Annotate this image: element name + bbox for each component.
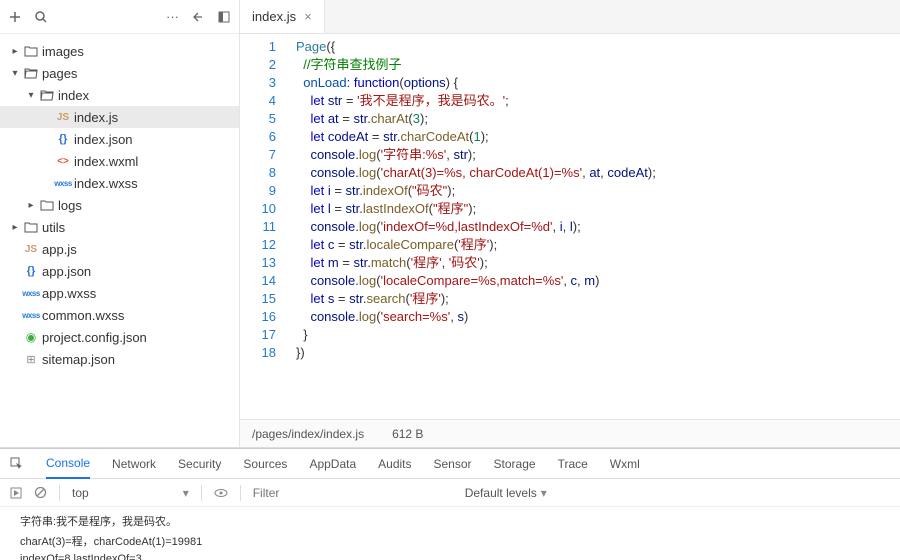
file-app.json[interactable]: {}app.json: [0, 260, 239, 282]
file-tree: ▸images▾pages▾indexJSindex.js{}index.jso…: [0, 34, 239, 376]
file-path: /pages/index/index.js: [252, 427, 364, 441]
file-index.wxss[interactable]: wxssindex.wxss: [0, 172, 239, 194]
devtools-tab-appdata[interactable]: AppData: [309, 449, 356, 479]
devtools-tab-wxml[interactable]: Wxml: [610, 449, 640, 479]
file-size: 612 B: [392, 427, 423, 441]
editor-pane: index.js × 123456789101112131415161718 P…: [240, 0, 900, 447]
line-gutter: 123456789101112131415161718: [240, 38, 290, 419]
devtools-tab-network[interactable]: Network: [112, 449, 156, 479]
sidebar-toolbar: ···: [0, 0, 239, 34]
devtools-panel: Console Network Security Sources AppData Audi…: [0, 448, 900, 560]
code-area[interactable]: 123456789101112131415161718 Page({ //字符串…: [240, 34, 900, 419]
devtools-tab-sources[interactable]: Sources: [243, 449, 287, 479]
console-line: indexOf=8,lastIndexOf=3: [0, 551, 900, 560]
folder-images[interactable]: ▸images: [0, 40, 239, 62]
devtools-tab-storage[interactable]: Storage: [494, 449, 536, 479]
status-bar: /pages/index/index.js 612 B: [240, 419, 900, 447]
toggle-panel-icon[interactable]: [217, 10, 231, 24]
log-levels[interactable]: Default levels ▾: [465, 486, 547, 500]
console-line: charAt(3)=程，charCodeAt(1)=19981: [0, 531, 900, 551]
console-line: 字符串:我不是程序，我是码农。: [0, 511, 900, 531]
file-index.wxml[interactable]: <>index.wxml: [0, 150, 239, 172]
console-toolbar: top▾ Default levels ▾: [0, 479, 900, 507]
file-index.json[interactable]: {}index.json: [0, 128, 239, 150]
console-output: 字符串:我不是程序，我是码农。charAt(3)=程，charCodeAt(1)…: [0, 507, 900, 560]
folder-utils[interactable]: ▸utils: [0, 216, 239, 238]
more-icon[interactable]: ···: [166, 9, 179, 24]
play-icon[interactable]: [10, 487, 22, 499]
context-selector[interactable]: top▾: [72, 486, 189, 500]
collapse-icon[interactable]: [191, 10, 205, 24]
devtools-tab-sensor[interactable]: Sensor: [434, 449, 472, 479]
devtools-tab-security[interactable]: Security: [178, 449, 221, 479]
folder-index[interactable]: ▾index: [0, 84, 239, 106]
file-app.wxss[interactable]: wxssapp.wxss: [0, 282, 239, 304]
file-sitemap.json[interactable]: ⊞sitemap.json: [0, 348, 239, 370]
inspect-icon[interactable]: [10, 457, 24, 471]
eye-icon[interactable]: [214, 486, 228, 500]
sidebar: ··· ▸images▾pages▾indexJSindex.js{}index…: [0, 0, 240, 447]
tab-bar: index.js ×: [240, 0, 900, 34]
close-icon[interactable]: ×: [304, 9, 312, 24]
devtools-tab-console[interactable]: Console: [46, 449, 90, 479]
code-body[interactable]: Page({ //字符串查找例子 onLoad: function(option…: [290, 38, 656, 419]
folder-logs[interactable]: ▸logs: [0, 194, 239, 216]
search-icon[interactable]: [34, 10, 48, 24]
file-project.config.json[interactable]: ◉project.config.json: [0, 326, 239, 348]
new-file-icon[interactable]: [8, 10, 22, 24]
filter-input[interactable]: [253, 486, 453, 500]
devtools-tab-trace[interactable]: Trace: [558, 449, 588, 479]
clear-icon[interactable]: [34, 486, 47, 499]
file-index.js[interactable]: JSindex.js: [0, 106, 239, 128]
tab-title: index.js: [252, 9, 296, 24]
devtools-tabs: Console Network Security Sources AppData Audi…: [0, 449, 900, 479]
file-app.js[interactable]: JSapp.js: [0, 238, 239, 260]
folder-pages[interactable]: ▾pages: [0, 62, 239, 84]
file-common.wxss[interactable]: wxsscommon.wxss: [0, 304, 239, 326]
devtools-tab-audits[interactable]: Audits: [378, 449, 411, 479]
tab-index-js[interactable]: index.js ×: [240, 0, 325, 33]
